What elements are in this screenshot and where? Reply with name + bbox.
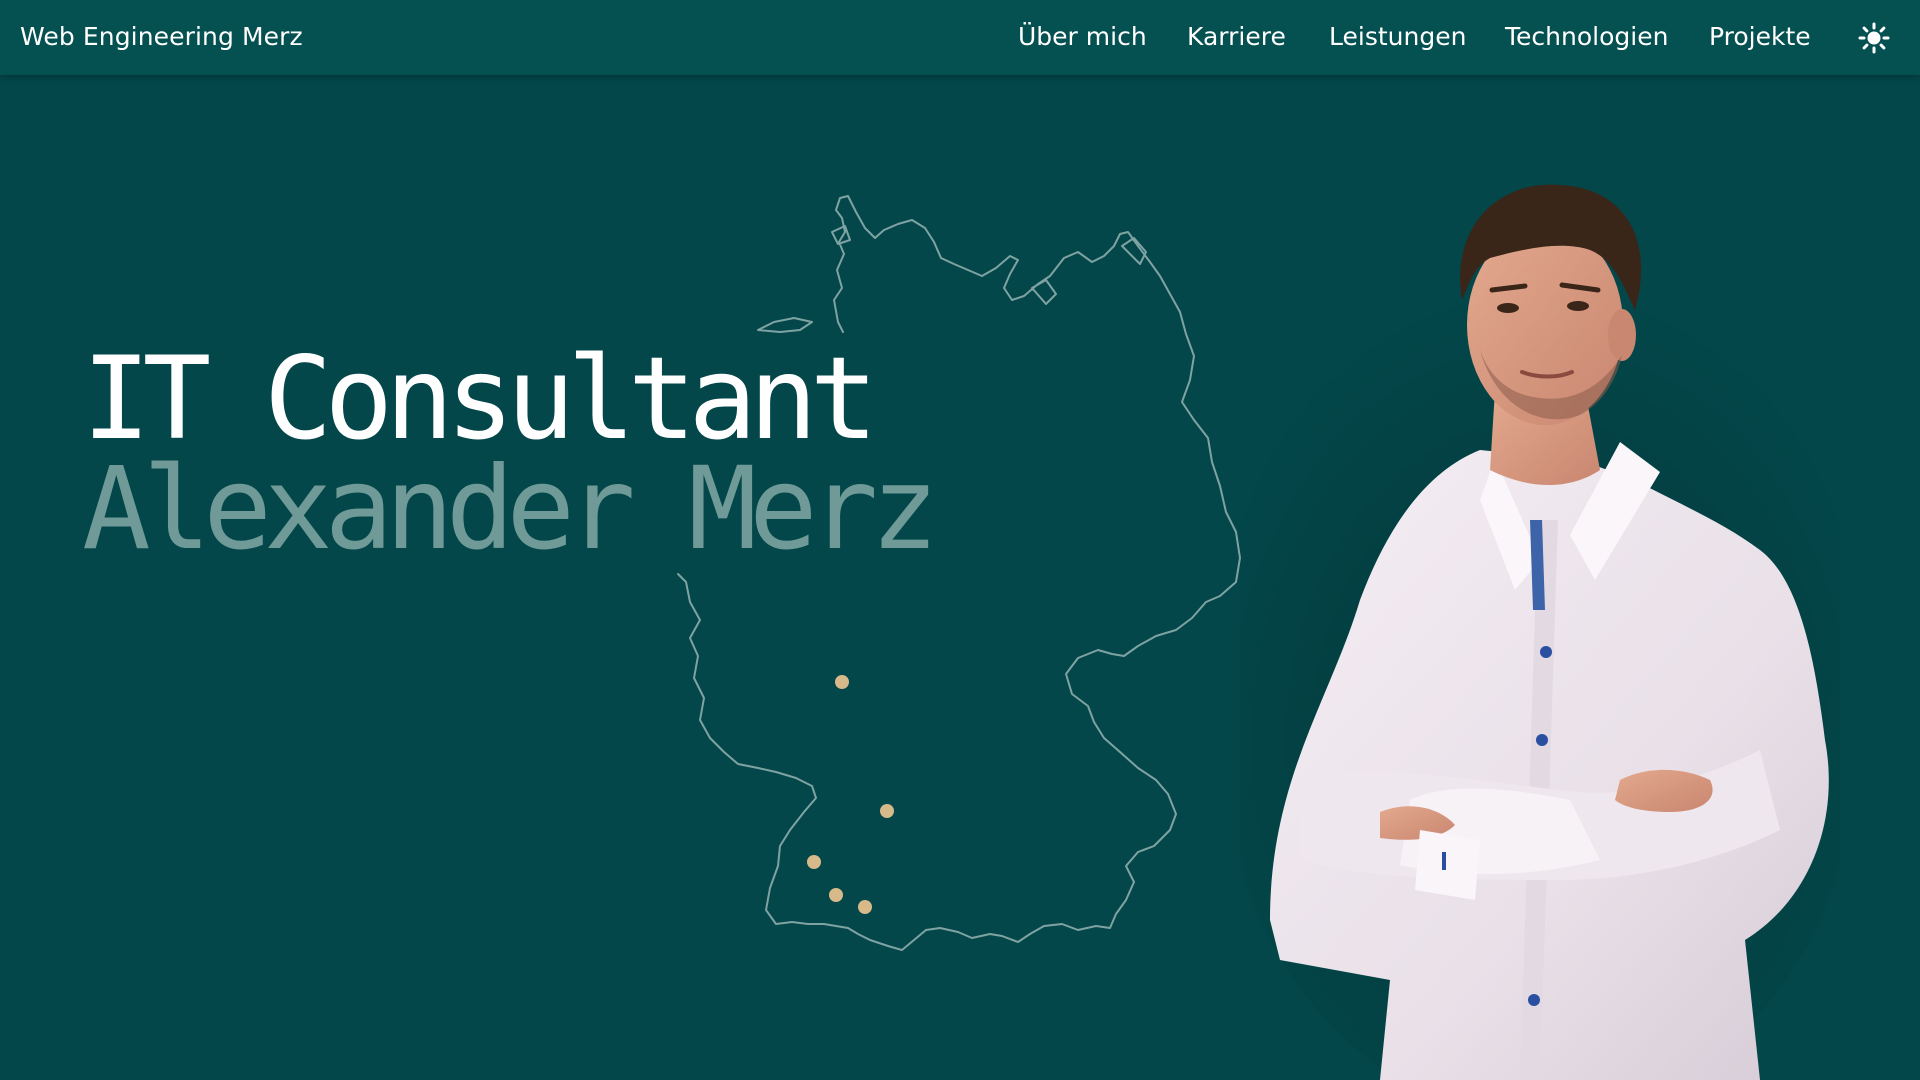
location-markers xyxy=(807,675,894,914)
sun-icon xyxy=(1858,22,1890,54)
nav-link-karriere[interactable]: Karriere xyxy=(1187,22,1286,54)
location-marker xyxy=(858,900,872,914)
location-marker xyxy=(829,888,843,902)
location-marker xyxy=(807,855,821,869)
nav-link-technologien[interactable]: Technologien xyxy=(1505,22,1668,54)
nav-link-ueber-mich[interactable]: Über mich xyxy=(1018,22,1147,54)
portrait-photo xyxy=(1240,184,1840,1080)
nav-link-leistungen[interactable]: Leistungen xyxy=(1329,22,1466,54)
location-marker xyxy=(880,804,894,818)
top-navbar: Web Engineering Merz Über mich Karriere … xyxy=(0,0,1920,75)
page: IT Consultant Alexander Merz Web Enginee… xyxy=(0,0,1920,1080)
brand-link[interactable]: Web Engineering Merz xyxy=(20,22,303,51)
hero-title: IT Consultant xyxy=(82,332,878,465)
location-marker xyxy=(835,675,849,689)
hero-subtitle: Alexander Merz xyxy=(82,442,939,575)
nav-link-projekte[interactable]: Projekte xyxy=(1709,22,1811,54)
theme-toggle-button[interactable] xyxy=(1858,22,1890,54)
